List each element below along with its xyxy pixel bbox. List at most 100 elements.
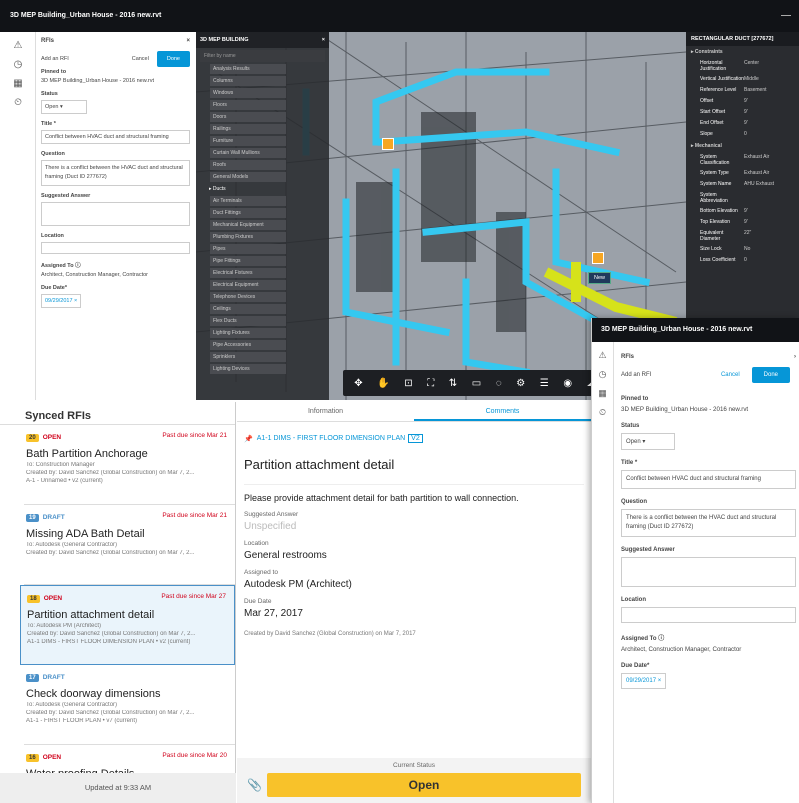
tree-item[interactable]: Electrical Fixtures bbox=[210, 268, 286, 278]
close-icon[interactable]: × bbox=[322, 37, 325, 43]
cancel-button[interactable]: Cancel bbox=[132, 56, 149, 62]
explode-icon[interactable]: ◌ bbox=[496, 378, 502, 389]
question-label: Question bbox=[41, 151, 65, 157]
property-value: 22" bbox=[744, 230, 752, 236]
close-icon[interactable]: × bbox=[186, 38, 190, 44]
tree-item[interactable]: Columns bbox=[210, 76, 286, 86]
assigned-value[interactable]: Architect, Construction Manager, Contrac… bbox=[621, 646, 796, 653]
tree-item[interactable]: Telephone Devices bbox=[210, 292, 286, 302]
rfi-card[interactable]: 20 OPEN Past due since Mar 21 Bath Partitio… bbox=[24, 425, 235, 505]
tree-item[interactable]: Air Terminals bbox=[210, 196, 286, 206]
warning-icon[interactable]: ⚠ bbox=[0, 40, 36, 51]
tree-item[interactable]: Lighting Devices bbox=[210, 364, 286, 374]
tree-item[interactable]: Duct Fittings bbox=[210, 208, 286, 218]
settings-icon[interactable]: ⚙ bbox=[516, 378, 525, 389]
window-title: 3D MEP Building_Urban House - 2016 new.r… bbox=[10, 12, 162, 19]
tree-item[interactable]: Analysis Results bbox=[210, 64, 286, 74]
tree-item[interactable]: Floors bbox=[210, 100, 286, 110]
clock-icon[interactable]: ⏲ bbox=[0, 97, 36, 108]
tree-item[interactable]: Pipe Accessories bbox=[210, 340, 286, 350]
updated-timestamp: Updated at 9:33 AM bbox=[0, 773, 236, 803]
rfi-card[interactable]: 17 DRAFT Check doorway dimensions To: Autod… bbox=[24, 665, 235, 745]
chevron-right-icon[interactable]: › bbox=[794, 354, 796, 360]
due-date-chip[interactable]: 09/29/2017 × bbox=[621, 673, 667, 689]
property-row: Loss Coefficient 0 bbox=[686, 255, 799, 266]
rfi-card-to: To: Autodesk (General Contractor) bbox=[26, 702, 118, 708]
title-input[interactable]: Conflict between HVAC duct and structura… bbox=[621, 470, 796, 489]
status-select[interactable]: Open ▾ bbox=[41, 100, 87, 114]
sheet-icon[interactable]: ▦ bbox=[0, 78, 36, 89]
sheet-link[interactable]: 📌 A1-1 DIMS - FIRST FLOOR DIMENSION PLAN V… bbox=[244, 434, 584, 443]
tree-item[interactable]: Furniture bbox=[210, 136, 286, 146]
rfi-panel-title: RFIs bbox=[41, 38, 55, 44]
location-input[interactable] bbox=[621, 607, 796, 623]
app-root: New 3D MEP Building_Urban House - 2016 n… bbox=[0, 0, 799, 803]
location-input[interactable] bbox=[41, 241, 190, 254]
view-icon[interactable]: ◉ bbox=[563, 378, 572, 389]
rfi-card-status: 17 DRAFT bbox=[26, 671, 231, 682]
rfi-number-badge: 20 bbox=[26, 434, 39, 442]
past-due-label: Past due since Mar 21 bbox=[162, 432, 227, 439]
tree-item[interactable]: Pipe Fittings bbox=[210, 256, 286, 266]
property-key: System Type bbox=[700, 170, 729, 176]
clock-icon[interactable]: ⏲ bbox=[592, 407, 613, 418]
rfi-card[interactable]: 19 DRAFT Past due since Mar 21 Missing ADA … bbox=[24, 505, 235, 585]
window-close-icon[interactable]: — bbox=[781, 10, 791, 21]
history-icon[interactable]: ◷ bbox=[592, 369, 613, 380]
created-by: Created by David Sanchez (Global Constru… bbox=[244, 631, 416, 637]
property-key: Reference Level bbox=[700, 87, 737, 93]
tree-item[interactable]: Windows bbox=[210, 88, 286, 98]
properties-icon[interactable]: ☰ bbox=[540, 378, 549, 389]
tree-item[interactable]: Doors bbox=[210, 112, 286, 122]
orbit-icon[interactable]: ✥ bbox=[354, 378, 362, 389]
suggested-answer-input[interactable] bbox=[621, 557, 796, 587]
zoom-fit-icon[interactable]: ⊡ bbox=[404, 378, 412, 389]
warning-icon[interactable]: ⚠ bbox=[592, 350, 613, 361]
assigned-value[interactable]: Architect, Construction Manager, Contrac… bbox=[41, 272, 190, 278]
tree-item[interactable]: Plumbing Fixtures bbox=[210, 232, 286, 242]
tree-item[interactable]: Ceilings bbox=[210, 304, 286, 314]
attachment-icon[interactable]: 📎 bbox=[247, 778, 262, 792]
cancel-button[interactable]: Cancel bbox=[721, 372, 740, 378]
category-constraints[interactable]: ▸ Constraints bbox=[686, 46, 799, 58]
tree-item[interactable]: Lighting Fixtures bbox=[210, 328, 286, 338]
rfi-description: Please provide attachment detail for bat… bbox=[244, 484, 584, 503]
status-open-button[interactable]: Open bbox=[267, 773, 581, 797]
property-key: Vertical Justification bbox=[700, 76, 744, 82]
tab-information[interactable]: Information bbox=[237, 402, 414, 421]
history-icon[interactable]: ◷ bbox=[0, 59, 36, 70]
filter-input[interactable]: Filter by name bbox=[200, 50, 325, 62]
fullscreen-icon[interactable]: ⛶ bbox=[427, 378, 434, 389]
tree-item[interactable]: Roofs bbox=[210, 160, 286, 170]
tree-item[interactable]: Sprinklers bbox=[210, 352, 286, 362]
category-mechanical[interactable]: ▸ Mechanical bbox=[686, 140, 799, 152]
title-input[interactable]: Conflict between HVAC duct and structura… bbox=[41, 130, 190, 144]
tree-item[interactable]: Pipes bbox=[210, 244, 286, 254]
done-button[interactable]: Done bbox=[156, 51, 190, 67]
status-select[interactable]: Open ▾ bbox=[621, 433, 675, 450]
sheet-icon[interactable]: ▦ bbox=[592, 388, 613, 399]
model-browser-title: 3D MEP BUILDING bbox=[200, 37, 249, 43]
tree-item[interactable]: Flex Ducts bbox=[210, 316, 286, 326]
rfi-pin-marker[interactable] bbox=[382, 138, 394, 150]
rfi-card[interactable]: 18 OPEN Past due since Mar 27 Partition att… bbox=[20, 585, 235, 665]
tab-comments[interactable]: Comments bbox=[414, 402, 591, 421]
tree-item[interactable]: General Models bbox=[210, 172, 286, 182]
tree-item[interactable]: ▸ Ducts bbox=[206, 184, 282, 194]
tree-item[interactable]: Mechanical Equipment bbox=[210, 220, 286, 230]
tree-item[interactable]: Electrical Equipment bbox=[210, 280, 286, 290]
new-rfi-button[interactable]: New bbox=[588, 272, 612, 284]
due-date-chip[interactable]: 09/29/2017 × bbox=[41, 293, 82, 308]
question-input[interactable]: There is a conflict between the HVAC duc… bbox=[41, 160, 190, 186]
tree-item[interactable]: Curtain Wall Mullions bbox=[210, 148, 286, 158]
property-key: Size Lock bbox=[700, 246, 722, 252]
tree-item[interactable]: Railings bbox=[210, 124, 286, 134]
done-button[interactable]: Done bbox=[751, 367, 790, 383]
question-input[interactable]: There is a conflict between the HVAC duc… bbox=[621, 509, 796, 537]
property-value: AHU Exhaust bbox=[744, 181, 775, 187]
section-icon[interactable]: ▭ bbox=[472, 378, 481, 389]
pan-icon[interactable]: ✋ bbox=[377, 378, 389, 389]
rfi-pin-marker-selected[interactable] bbox=[592, 252, 604, 264]
suggested-answer-input[interactable] bbox=[41, 201, 190, 226]
measure-icon[interactable]: ⇅ bbox=[449, 378, 457, 389]
